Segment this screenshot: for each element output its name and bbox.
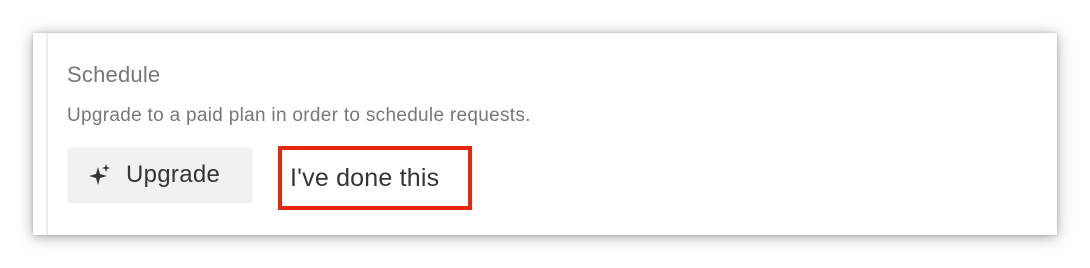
sparkle-icon (88, 163, 112, 187)
schedule-card: Schedule Upgrade to a paid plan in order… (33, 33, 1057, 235)
upgrade-button[interactable]: Upgrade (67, 147, 253, 203)
done-button[interactable]: I've done this (278, 146, 472, 210)
left-divider (46, 33, 48, 235)
section-description: Upgrade to a paid plan in order to sched… (67, 105, 531, 126)
done-label: I've done this (290, 163, 440, 192)
upgrade-label: Upgrade (126, 161, 221, 188)
section-title: Schedule (67, 62, 161, 87)
